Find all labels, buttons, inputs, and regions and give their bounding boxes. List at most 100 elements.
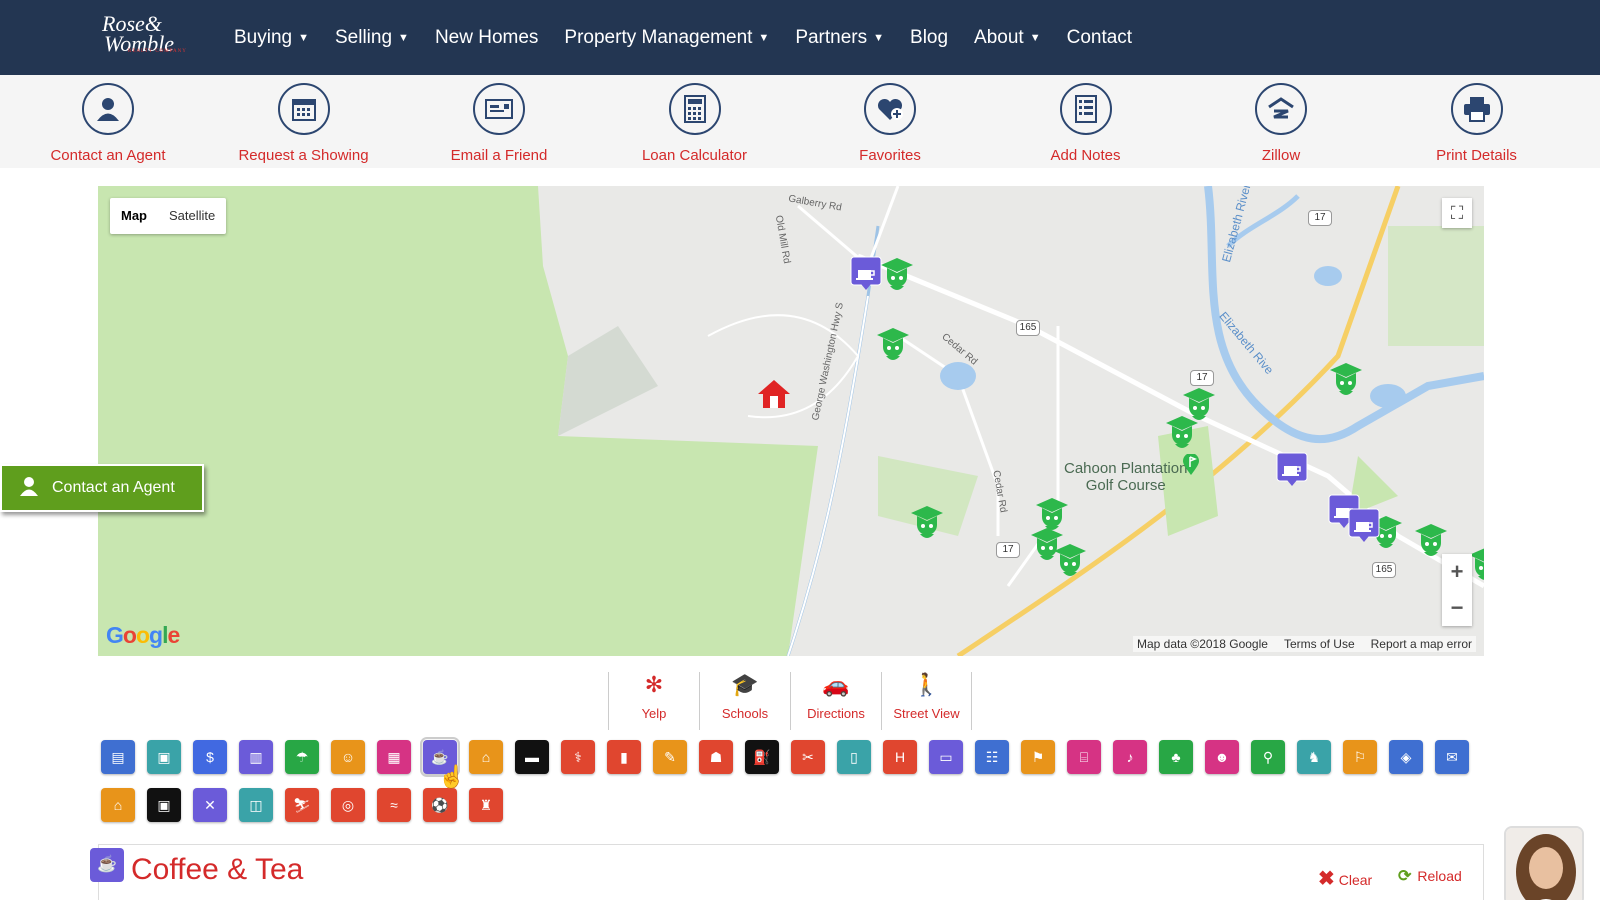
results-panel [98, 844, 1484, 900]
zoom-control: + − [1442, 554, 1472, 626]
medical-icon[interactable]: ⚕ [561, 740, 595, 774]
route-shield-17: 17 [996, 542, 1020, 558]
money-bag-icon[interactable]: $ [193, 740, 227, 774]
post-office-icon[interactable]: ✉ [1435, 740, 1469, 774]
police-icon[interactable]: ◈ [1389, 740, 1423, 774]
tab-yelp[interactable]: ✻ Yelp [608, 672, 699, 730]
id-card-icon[interactable]: ▣ [147, 740, 181, 774]
map-data-attribution: Map data ©2018 Google [1137, 637, 1268, 651]
home-location-icon[interactable] [756, 378, 792, 410]
action-toolbar: Contact an Agent Request a Showing Email a… [0, 75, 1600, 168]
school-marker-icon[interactable] [1165, 414, 1199, 452]
salon-icon[interactable]: ✂ [791, 740, 825, 774]
golf-flag-icon[interactable] [1182, 453, 1200, 476]
nav-item-about[interactable]: About ▼ [974, 27, 1041, 49]
coffee-marker-icon[interactable] [1348, 508, 1380, 544]
nav-item-new-homes[interactable]: New Homes [435, 27, 538, 49]
nightlife-icon[interactable]: ♪ [1113, 740, 1147, 774]
bank-icon[interactable]: ⌸ [1067, 740, 1101, 774]
school-marker-icon[interactable] [880, 256, 914, 294]
clear-button[interactable]: ✖ Clear [1318, 866, 1372, 891]
nav-item-property-management[interactable]: Property Management ▼ [564, 27, 769, 49]
tab-street-view[interactable]: 🚶 Street View [881, 672, 972, 730]
pegman-icon: 🚶 [912, 672, 941, 697]
grocery-icon[interactable]: ▯ [837, 740, 871, 774]
nav-item-selling[interactable]: Selling ▼ [335, 27, 409, 49]
map[interactable]: Galberry Rd Old Mill Rd Cedar Rd Cedar R… [98, 186, 1484, 656]
swimming-icon[interactable]: ≈ [377, 788, 411, 822]
nav-item-buying[interactable]: Buying ▼ [234, 27, 309, 49]
pet-icon[interactable]: ♞ [1297, 740, 1331, 774]
hiking-icon[interactable]: ⚲ [1251, 740, 1285, 774]
toolbar-loan-calculator-button[interactable]: Loan Calculator [598, 83, 792, 164]
zoom-in-button[interactable]: + [1442, 554, 1472, 590]
real-estate-icon[interactable]: ⌂ [101, 788, 135, 822]
wine-icon[interactable]: ♜ [469, 788, 503, 822]
restaurant-icon[interactable]: ✕ [193, 788, 227, 822]
report-map-error-link[interactable]: Report a map error [1371, 637, 1472, 651]
map-type-map-button[interactable]: Map [110, 198, 158, 234]
fullscreen-button[interactable]: ⛶ [1442, 198, 1472, 228]
nav-item-blog[interactable]: Blog [910, 27, 948, 49]
pharmacy-icon[interactable]: ▮ [607, 740, 641, 774]
museum-walk-icon[interactable]: ⚑ [1021, 740, 1055, 774]
family-icon[interactable]: ☺ [331, 740, 365, 774]
nav-item-contact[interactable]: Contact [1067, 27, 1132, 49]
map-attribution: Map data ©2018 Google Terms of Use Repor… [1133, 636, 1476, 652]
document-icon[interactable]: ▤ [101, 740, 135, 774]
map-type-satellite-button[interactable]: Satellite [158, 198, 226, 234]
chevron-down-icon: ▼ [758, 31, 770, 44]
car-rental-icon[interactable]: ▬ [515, 740, 549, 774]
ski-icon[interactable]: ⛷ [285, 788, 319, 822]
shopping-icon[interactable]: ◫ [239, 788, 273, 822]
site-logo[interactable]: Rose& Womble REALTY COMPANY [102, 13, 194, 60]
hospital-icon[interactable]: H [883, 740, 917, 774]
coffee-icon: ☕ [90, 848, 124, 882]
toolbar-request-a-showing-button[interactable]: Request a Showing [207, 83, 401, 164]
floating-contact-agent-button[interactable]: Contact an Agent [0, 464, 204, 512]
reload-button[interactable]: ⟳ Reload [1398, 866, 1462, 886]
cinema-icon[interactable]: ▦ [377, 740, 411, 774]
spa-icon[interactable]: ◎ [331, 788, 365, 822]
toolbar-print-details-button[interactable]: Print Details [1380, 83, 1574, 164]
toolbar-email-a-friend-button[interactable]: Email a Friend [402, 83, 596, 164]
theater-icon[interactable]: ☻ [1205, 740, 1239, 774]
gas-station-icon[interactable]: ⛽ [745, 740, 779, 774]
zoom-out-button[interactable]: − [1442, 590, 1472, 626]
park-icon[interactable]: ♣ [1159, 740, 1193, 774]
school-marker-icon[interactable] [1329, 361, 1363, 399]
gym-icon[interactable]: ☗ [699, 740, 733, 774]
route-shield-17: 17 [1190, 370, 1214, 386]
agent-avatar[interactable] [1504, 826, 1584, 900]
coffee-marker-icon[interactable] [850, 256, 882, 292]
person-icon [18, 475, 40, 502]
beer-icon[interactable]: ▥ [239, 740, 273, 774]
nav-item-label: Buying [234, 26, 293, 48]
toolbar-contact-an-agent-button[interactable]: Contact an Agent [11, 83, 205, 164]
school-marker-icon[interactable] [910, 504, 944, 542]
coffee-marker-icon[interactable] [1276, 452, 1308, 488]
google-logo[interactable]: Google [106, 622, 180, 649]
art-icon[interactable]: ✎ [653, 740, 687, 774]
nav-item-label: Selling [335, 26, 393, 48]
toolbar-favorites-button[interactable]: Favorites [793, 83, 987, 164]
tab-directions[interactable]: 🚗 Directions [790, 672, 881, 730]
library-icon[interactable]: ☷ [975, 740, 1009, 774]
sports-icon[interactable]: ⚽ [423, 788, 457, 822]
tab-schools[interactable]: 🎓 Schools [699, 672, 790, 730]
terms-of-use-link[interactable]: Terms of Use [1284, 637, 1355, 651]
toolbar-zillow-button[interactable]: Zillow [1184, 83, 1378, 164]
hotel-icon[interactable]: ▭ [929, 740, 963, 774]
nav-item-partners[interactable]: Partners ▼ [795, 27, 884, 49]
toolbar-add-notes-button[interactable]: Add Notes [989, 83, 1183, 164]
school-marker-icon[interactable] [1053, 542, 1087, 580]
printer-icon [1450, 83, 1503, 135]
college-icon[interactable]: ⌂ [469, 740, 503, 774]
school-marker-icon[interactable] [876, 326, 910, 364]
logo-tagline: REALTY COMPANY [128, 49, 187, 54]
toolbar-item-label: Loan Calculator [641, 147, 748, 164]
top-navigation: Rose& Womble REALTY COMPANY Buying ▼ Selli… [0, 0, 1600, 75]
playground-icon[interactable]: ⚐ [1343, 740, 1377, 774]
bus-icon[interactable]: ▣ [147, 788, 181, 822]
beach-icon[interactable]: ☂ [285, 740, 319, 774]
